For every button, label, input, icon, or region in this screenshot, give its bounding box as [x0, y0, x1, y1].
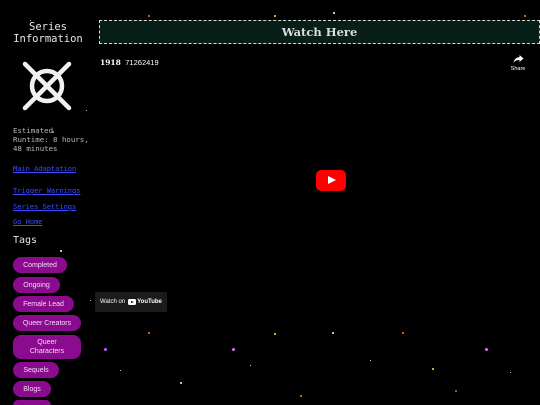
tags-heading: Tags: [13, 235, 38, 246]
watch-on-label: Watch on: [100, 299, 126, 305]
video-title-number: 71262419: [125, 58, 159, 67]
youtube-label: YouTube: [137, 299, 162, 305]
tag-blogs[interactable]: Blogs: [13, 381, 51, 397]
play-button[interactable]: [316, 170, 346, 191]
embedded-video-player[interactable]: 1918 71262419 Share Watch on YouTube: [95, 48, 540, 316]
series-information-title: Series Information: [13, 21, 83, 45]
video-title[interactable]: 1918 71262419: [100, 58, 159, 67]
tag-queer-characters[interactable]: Queer Characters: [13, 335, 81, 359]
tag-ongoing[interactable]: Ongoing: [13, 277, 60, 293]
sidebar: Series Information Estimated Runtime: 8 …: [0, 0, 95, 405]
estimated-runtime: Estimated Runtime: 8 hours, 48 minutes: [13, 126, 89, 154]
tag-more[interactable]: [13, 400, 51, 405]
link-trigger-warnings[interactable]: Trigger Warnings: [13, 187, 91, 195]
share-icon: [513, 55, 523, 63]
link-main-adaptation[interactable]: Main Adaptation: [13, 165, 91, 173]
link-series-settings[interactable]: Series Settings: [13, 203, 91, 211]
video-title-year: 1918: [100, 58, 121, 67]
tag-completed[interactable]: Completed: [13, 257, 67, 273]
share-label: Share: [510, 66, 526, 72]
link-go-home[interactable]: Go Home: [13, 218, 91, 226]
tag-female-lead[interactable]: Female Lead: [13, 296, 74, 312]
watch-on-youtube-button[interactable]: Watch on YouTube: [95, 292, 167, 312]
x-circle-logo-icon: [22, 61, 72, 111]
share-button[interactable]: Share: [508, 54, 528, 72]
tag-sequels[interactable]: Sequels: [13, 362, 59, 378]
tag-queer-creators[interactable]: Queer Creators: [13, 315, 81, 331]
youtube-icon: YouTube: [128, 299, 162, 305]
watch-here-heading: Watch Here: [99, 20, 540, 44]
